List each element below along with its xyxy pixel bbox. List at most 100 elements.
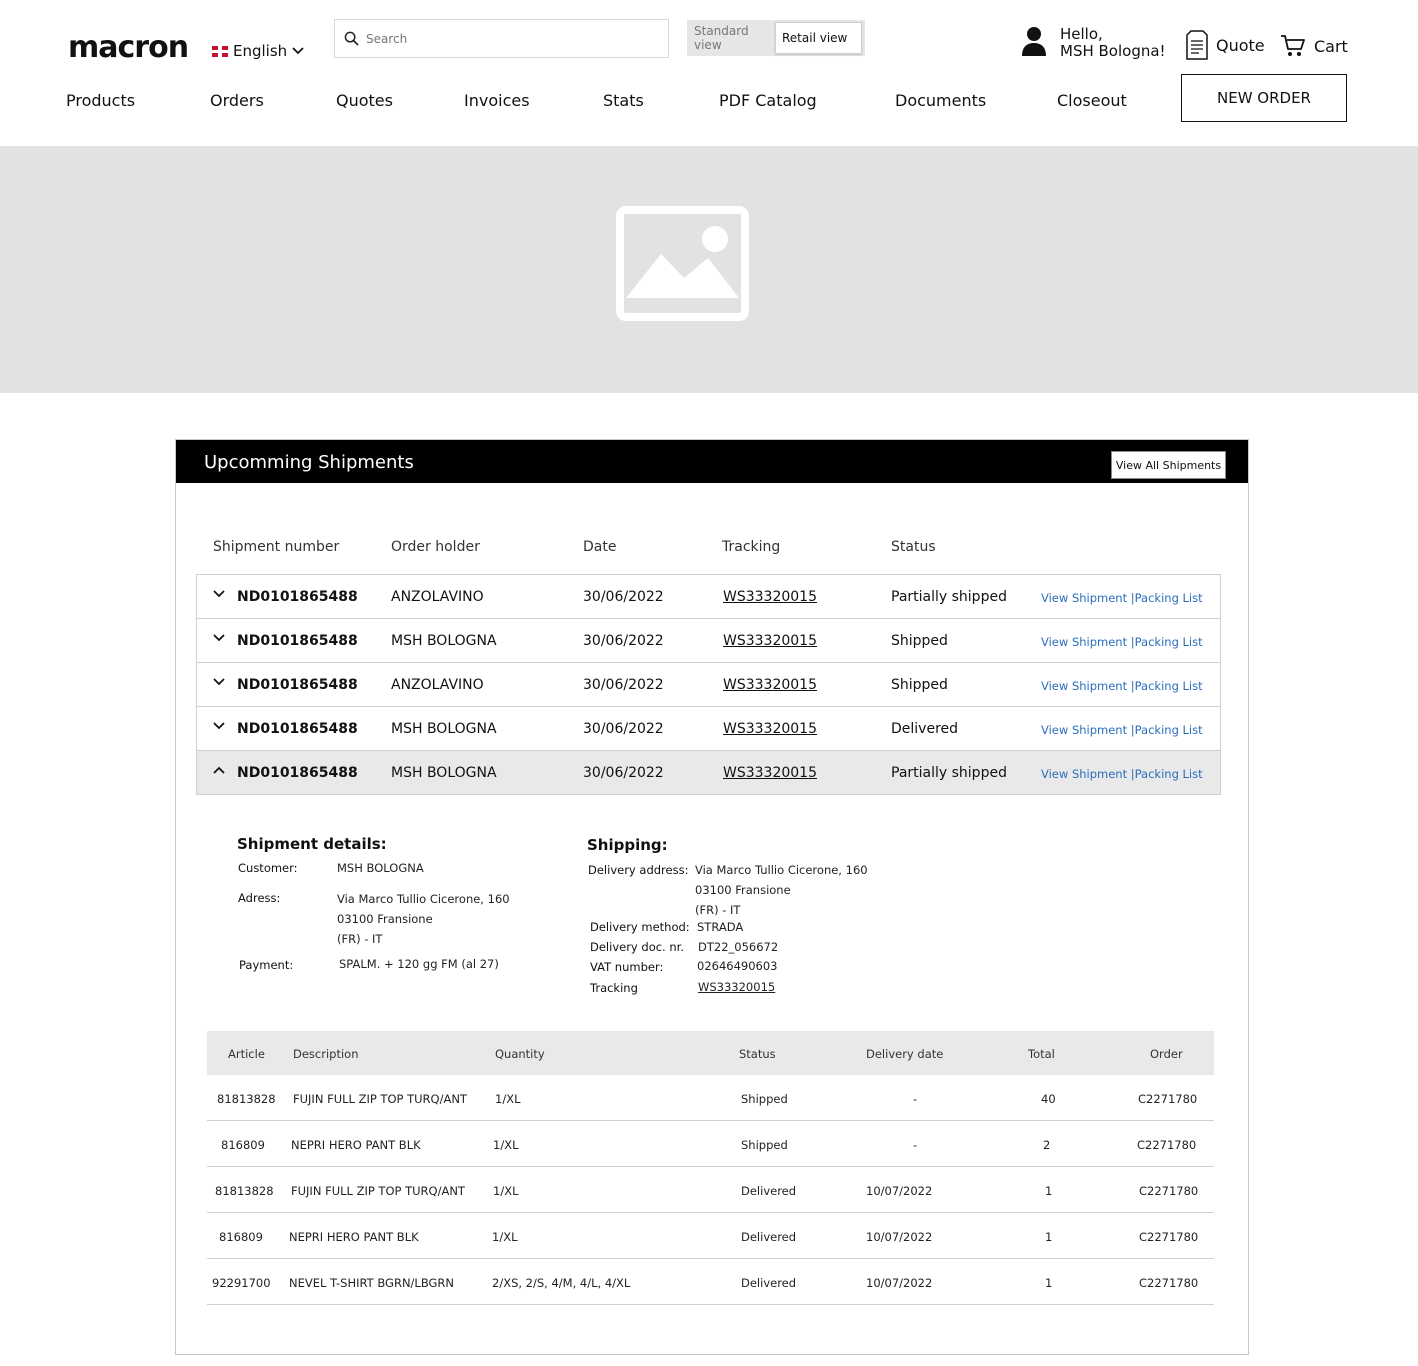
item-order: C2271780 [1139,1184,1199,1198]
shipments-table: ND0101865488 ANZOLAVINO 30/06/2022 WS333… [196,574,1221,795]
retail-view-option[interactable]: Retail view [775,22,862,54]
col-quantity: Quantity [495,1047,545,1061]
item-description: NEVEL T-SHIRT BGRN/LBGRN [289,1276,455,1290]
col-delivery-date: Delivery date [866,1047,944,1061]
shipment-row-expanded[interactable]: ND0101865488 MSH BOLOGNA 30/06/2022 WS33… [196,750,1221,795]
chevron-down-icon[interactable] [213,590,225,598]
item-status: Shipped [741,1138,788,1152]
col-status: Status [891,539,936,555]
col-order-holder: Order holder [391,539,480,555]
language-selector[interactable]: English [212,42,304,60]
nav-products[interactable]: Products [66,91,135,110]
delivery-address-value: Via Marco Tullio Cicerone, 160 03100 Fra… [695,860,868,920]
order-holder: ANZOLAVINO [391,677,484,693]
quote-label: Quote [1216,35,1265,55]
view-toggle[interactable]: Standard view Retail view [687,20,865,56]
shipment-status: Shipped [891,633,948,649]
item-order: C2271780 [1137,1138,1197,1152]
tracking-link[interactable]: WS33320015 [723,589,817,605]
shipment-row[interactable]: ND0101865488 ANZOLAVINO 30/06/2022 WS333… [196,574,1221,619]
tracking-link[interactable]: WS33320015 [723,765,817,781]
cart-icon [1281,35,1305,56]
item-article: 81813828 [215,1184,274,1198]
shipment-number: ND0101865488 [237,677,358,693]
user-account[interactable]: Hello, MSH Bologna! [1020,26,1166,60]
item-article: 81813828 [217,1092,276,1106]
address-line-3: (FR) - IT [337,932,383,946]
nav-closeout[interactable]: Closeout [1057,91,1127,110]
search-input[interactable] [366,31,646,46]
col-status: Status [739,1047,776,1061]
tracking-link[interactable]: WS33320015 [698,977,775,997]
item-quantity: 1/XL [493,1184,519,1198]
nav-invoices[interactable]: Invoices [464,91,530,110]
item-description: NEPRI HERO PANT BLK [289,1230,419,1244]
delivery-address-line-1: Via Marco Tullio Cicerone, 160 [695,863,868,877]
shipment-status: Shipped [891,677,948,693]
search-icon [344,31,359,46]
search-box[interactable] [334,19,669,58]
view-shipment-packing-list-link[interactable]: View Shipment |Packing List [1041,635,1203,649]
item-description: FUJIN FULL ZIP TOP TURQ/ANT [293,1092,467,1106]
shipment-number: ND0101865488 [237,589,358,605]
hero-banner [0,146,1418,393]
quote-link[interactable]: Quote [1186,30,1265,60]
panel-header: Upcomming Shipments View All Shipments [176,440,1248,485]
delivery-method-label: Delivery method: [590,920,690,934]
order-holder: ANZOLAVINO [391,589,484,605]
chevron-down-icon [292,47,304,55]
shipment-row[interactable]: ND0101865488 MSH BOLOGNA 30/06/2022 WS33… [196,706,1221,751]
shipment-date: 30/06/2022 [583,633,664,649]
nav-quotes[interactable]: Quotes [336,91,393,110]
item-delivery-date: 10/07/2022 [866,1230,933,1244]
chevron-down-icon[interactable] [213,722,225,730]
item-quantity: 1/XL [495,1092,521,1106]
delivery-address-label: Delivery address: [588,863,689,877]
nav-documents[interactable]: Documents [895,91,986,110]
item-total: 2 [1043,1138,1051,1152]
view-shipment-packing-list-link[interactable]: View Shipment |Packing List [1041,679,1203,693]
shipment-row[interactable]: ND0101865488 MSH BOLOGNA 30/06/2022 WS33… [196,618,1221,663]
nav-stats[interactable]: Stats [603,91,644,110]
shipment-date: 30/06/2022 [583,589,664,605]
nav-orders[interactable]: Orders [210,91,264,110]
col-tracking: Tracking [722,539,781,555]
item-total: 1 [1045,1276,1053,1290]
chevron-down-icon[interactable] [213,678,225,686]
tracking-link[interactable]: WS33320015 [723,633,817,649]
col-date: Date [583,539,617,555]
tracking-link[interactable]: WS33320015 [723,677,817,693]
item-quantity: 2/XS, 2/S, 4/M, 4/L, 4/XL [492,1276,631,1290]
col-order: Order [1150,1047,1183,1061]
item-status: Delivered [741,1276,797,1290]
delivery-address-line-2: 03100 Fransione [695,883,791,897]
shipment-row[interactable]: ND0101865488 ANZOLAVINO 30/06/2022 WS333… [196,662,1221,707]
standard-view-option[interactable]: Standard view [687,24,775,52]
view-shipment-packing-list-link[interactable]: View Shipment |Packing List [1041,723,1203,737]
order-holder: MSH BOLOGNA [391,721,497,737]
cart-link[interactable]: Cart [1280,34,1348,58]
item-quantity: 1/XL [492,1230,518,1244]
chevron-up-icon[interactable] [213,766,225,774]
macron-logo[interactable]: macron [68,30,189,65]
delivery-doc-label: Delivery doc. nr. [590,940,684,954]
col-total: Total [1028,1047,1055,1061]
vat-number-value: 02646490603 [697,959,778,973]
greeting-line-1: Hello, [1060,25,1103,43]
view-shipment-packing-list-link[interactable]: View Shipment |Packing List [1041,767,1203,781]
tracking-link[interactable]: WS33320015 [723,721,817,737]
col-shipment-number: Shipment number [213,539,340,555]
payment-label: Payment: [239,958,294,972]
upcoming-shipments-panel: Upcomming Shipments View All Shipments S… [175,439,1249,1355]
item-order: C2271780 [1138,1092,1198,1106]
item-row: 816809 NEPRI HERO PANT BLK 1/XL Delivere… [207,1213,1214,1259]
view-shipment-packing-list-link[interactable]: View Shipment |Packing List [1041,591,1203,605]
vat-number-label: VAT number: [590,960,664,974]
chevron-down-icon[interactable] [213,634,225,642]
item-total: 40 [1041,1092,1056,1106]
nav-pdf-catalog[interactable]: PDF Catalog [719,91,817,110]
view-all-shipments-button[interactable]: View All Shipments [1111,451,1226,479]
new-order-button[interactable]: NEW ORDER [1181,74,1347,122]
order-holder: MSH BOLOGNA [391,633,497,649]
address-line-1: Via Marco Tullio Cicerone, 160 [337,892,510,906]
